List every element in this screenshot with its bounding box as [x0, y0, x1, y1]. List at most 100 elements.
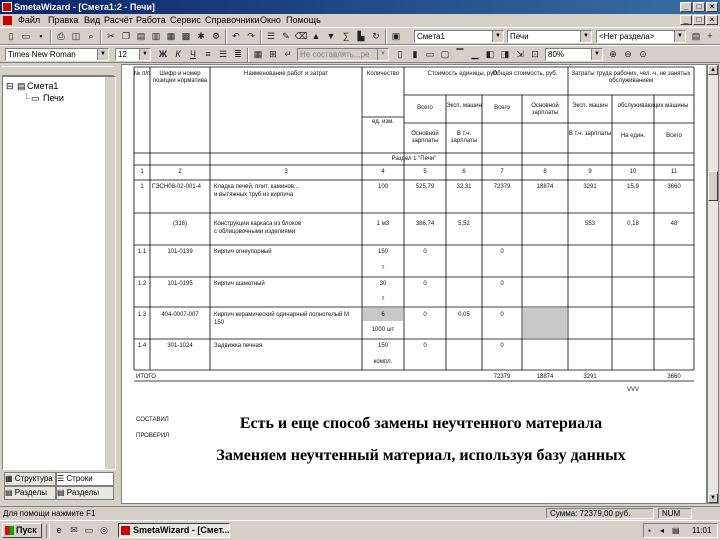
- menu-file[interactable]: Файл: [18, 14, 40, 27]
- taskbar-app-button[interactable]: SmetaWizard - [Смет...: [118, 523, 230, 538]
- edit-row-icon[interactable]: ✎: [279, 30, 293, 43]
- zoom-fit-icon[interactable]: ⊙: [636, 48, 650, 61]
- volume-icon[interactable]: ◂: [660, 524, 664, 537]
- chevron-down-icon[interactable]: ▼: [674, 31, 685, 42]
- chevron-down-icon[interactable]: ▼: [492, 31, 503, 42]
- open-icon[interactable]: ▭: [19, 30, 33, 43]
- move-down-icon[interactable]: ▼: [324, 30, 338, 43]
- menu-service[interactable]: Сервис: [170, 14, 201, 27]
- app-icon[interactable]: [2, 2, 12, 12]
- document-icon[interactable]: [3, 16, 12, 25]
- paste-special-icon[interactable]: ▥: [149, 30, 163, 43]
- scroll-up-icon[interactable]: ▲: [708, 65, 718, 75]
- footer-icon[interactable]: ▁: [468, 48, 482, 61]
- tab-rows[interactable]: ☰ Строки: [56, 472, 114, 486]
- menu-calc[interactable]: Расчёт: [104, 14, 133, 27]
- scroll-down-icon[interactable]: ▼: [708, 493, 718, 503]
- clock[interactable]: 11:01: [692, 524, 711, 537]
- mdi-restore-button[interactable]: □: [693, 15, 705, 25]
- menu-edit[interactable]: Правка: [48, 14, 78, 27]
- menu-view[interactable]: Вид: [84, 14, 100, 27]
- page-setup-icon[interactable]: ◨: [498, 48, 512, 61]
- section-add-icon[interactable]: +: [703, 30, 717, 43]
- section-select[interactable]: Печи ▼: [507, 30, 592, 43]
- division-select[interactable]: <Нет раздела> ▼: [596, 30, 686, 43]
- start-button[interactable]: Пуск: [2, 523, 42, 538]
- undo-icon[interactable]: ↶: [229, 30, 243, 43]
- print-icon[interactable]: ⎙: [54, 30, 68, 43]
- find-icon[interactable]: ⌕: [84, 30, 98, 43]
- borders-icon[interactable]: ▦: [251, 48, 265, 61]
- italic-button[interactable]: К: [171, 48, 185, 61]
- new-icon[interactable]: ▯: [4, 30, 18, 43]
- estimate-select[interactable]: Смета1 ▼: [414, 30, 504, 43]
- save-icon[interactable]: ▪: [34, 30, 48, 43]
- wizard-icon[interactable]: ✱: [194, 30, 208, 43]
- menu-catalogs[interactable]: Справочники: [205, 14, 260, 27]
- panel-grip[interactable]: [2, 66, 114, 76]
- tree-item-estimate[interactable]: Смета1: [27, 81, 58, 91]
- print-preview-icon[interactable]: ◧: [483, 48, 497, 61]
- calc-icon[interactable]: ∑: [339, 30, 353, 43]
- copy-icon[interactable]: ❐: [119, 30, 133, 43]
- redo-icon[interactable]: ↷: [244, 30, 258, 43]
- bold-button[interactable]: Ж: [156, 48, 170, 61]
- zoom-in-icon[interactable]: ⊕: [606, 48, 620, 61]
- paste-icon[interactable]: ▤: [134, 30, 148, 43]
- estimate-document[interactable]: № п/п Шифр и номер позиции норматива Наи…: [121, 64, 707, 504]
- media-icon[interactable]: ◎: [97, 524, 111, 537]
- margins-icon[interactable]: ▢: [438, 48, 452, 61]
- tab-sections-2[interactable]: ▤ Разделы: [56, 486, 114, 500]
- format-icon[interactable]: ▦: [164, 30, 178, 43]
- landscape-icon[interactable]: ▭: [423, 48, 437, 61]
- chevron-down-icon[interactable]: ▼: [591, 49, 602, 60]
- export-icon[interactable]: ⇲: [513, 48, 527, 61]
- fit-page-icon[interactable]: ⊡: [528, 48, 542, 61]
- tree-expander[interactable]: ⊟: [6, 81, 14, 92]
- grid-icon[interactable]: ▣: [389, 30, 403, 43]
- wrap-icon[interactable]: ↵: [281, 48, 295, 61]
- close-button[interactable]: ×: [706, 2, 718, 12]
- document-scrollbar[interactable]: ▲ ▼: [707, 64, 719, 504]
- align-left-icon[interactable]: ≡: [201, 48, 215, 61]
- move-up-icon[interactable]: ▲: [309, 30, 323, 43]
- scroll-thumb[interactable]: [708, 171, 718, 201]
- ie-icon[interactable]: e: [52, 524, 66, 537]
- network-icon[interactable]: ▪: [648, 524, 651, 537]
- chevron-down-icon[interactable]: ▼: [377, 49, 388, 60]
- keyboard-icon[interactable]: ▤: [672, 524, 680, 537]
- font-select[interactable]: Times New Roman ▼: [5, 48, 109, 61]
- zoom-select[interactable]: 80% ▼: [545, 48, 603, 61]
- options-icon[interactable]: ⚙: [209, 30, 223, 43]
- insert-row-icon[interactable]: ☰: [264, 30, 278, 43]
- style-select[interactable]: Не составлять...ре ▼: [297, 48, 389, 61]
- multipage-icon[interactable]: ▮: [408, 48, 422, 61]
- desktop-icon[interactable]: ▭: [82, 524, 96, 537]
- menu-window[interactable]: Окно: [260, 14, 281, 27]
- header-icon[interactable]: ▔: [453, 48, 467, 61]
- outlook-icon[interactable]: ✉: [67, 524, 81, 537]
- font-size-select[interactable]: 12 ▼: [115, 48, 151, 61]
- minimize-button[interactable]: _: [680, 2, 692, 12]
- chevron-down-icon[interactable]: ▼: [97, 49, 108, 60]
- zoom-out-icon[interactable]: ⊖: [621, 48, 635, 61]
- tab-structure[interactable]: ▦ Структура: [4, 472, 56, 486]
- chevron-down-icon[interactable]: ▼: [580, 31, 591, 42]
- tree-item-section[interactable]: Печи: [43, 93, 64, 103]
- preview-icon[interactable]: ◫: [69, 30, 83, 43]
- menu-help[interactable]: Помощь: [286, 14, 321, 27]
- tree-scrollbar[interactable]: [105, 77, 115, 469]
- cut-icon[interactable]: ✂: [104, 30, 118, 43]
- chevron-down-icon[interactable]: ▼: [139, 49, 150, 60]
- mdi-close-button[interactable]: ×: [706, 15, 718, 25]
- menu-work[interactable]: Работа: [136, 14, 166, 27]
- delete-row-icon[interactable]: ⌫: [294, 30, 308, 43]
- page-icon[interactable]: ▯: [393, 48, 407, 61]
- merge-icon[interactable]: ⊞: [266, 48, 280, 61]
- chart-icon[interactable]: ▙: [354, 30, 368, 43]
- table-icon[interactable]: ▩: [179, 30, 193, 43]
- refresh-icon[interactable]: ↻: [369, 30, 383, 43]
- mdi-minimize-button[interactable]: _: [680, 15, 692, 25]
- maximize-button[interactable]: □: [693, 2, 705, 12]
- align-center-icon[interactable]: ☰: [216, 48, 230, 61]
